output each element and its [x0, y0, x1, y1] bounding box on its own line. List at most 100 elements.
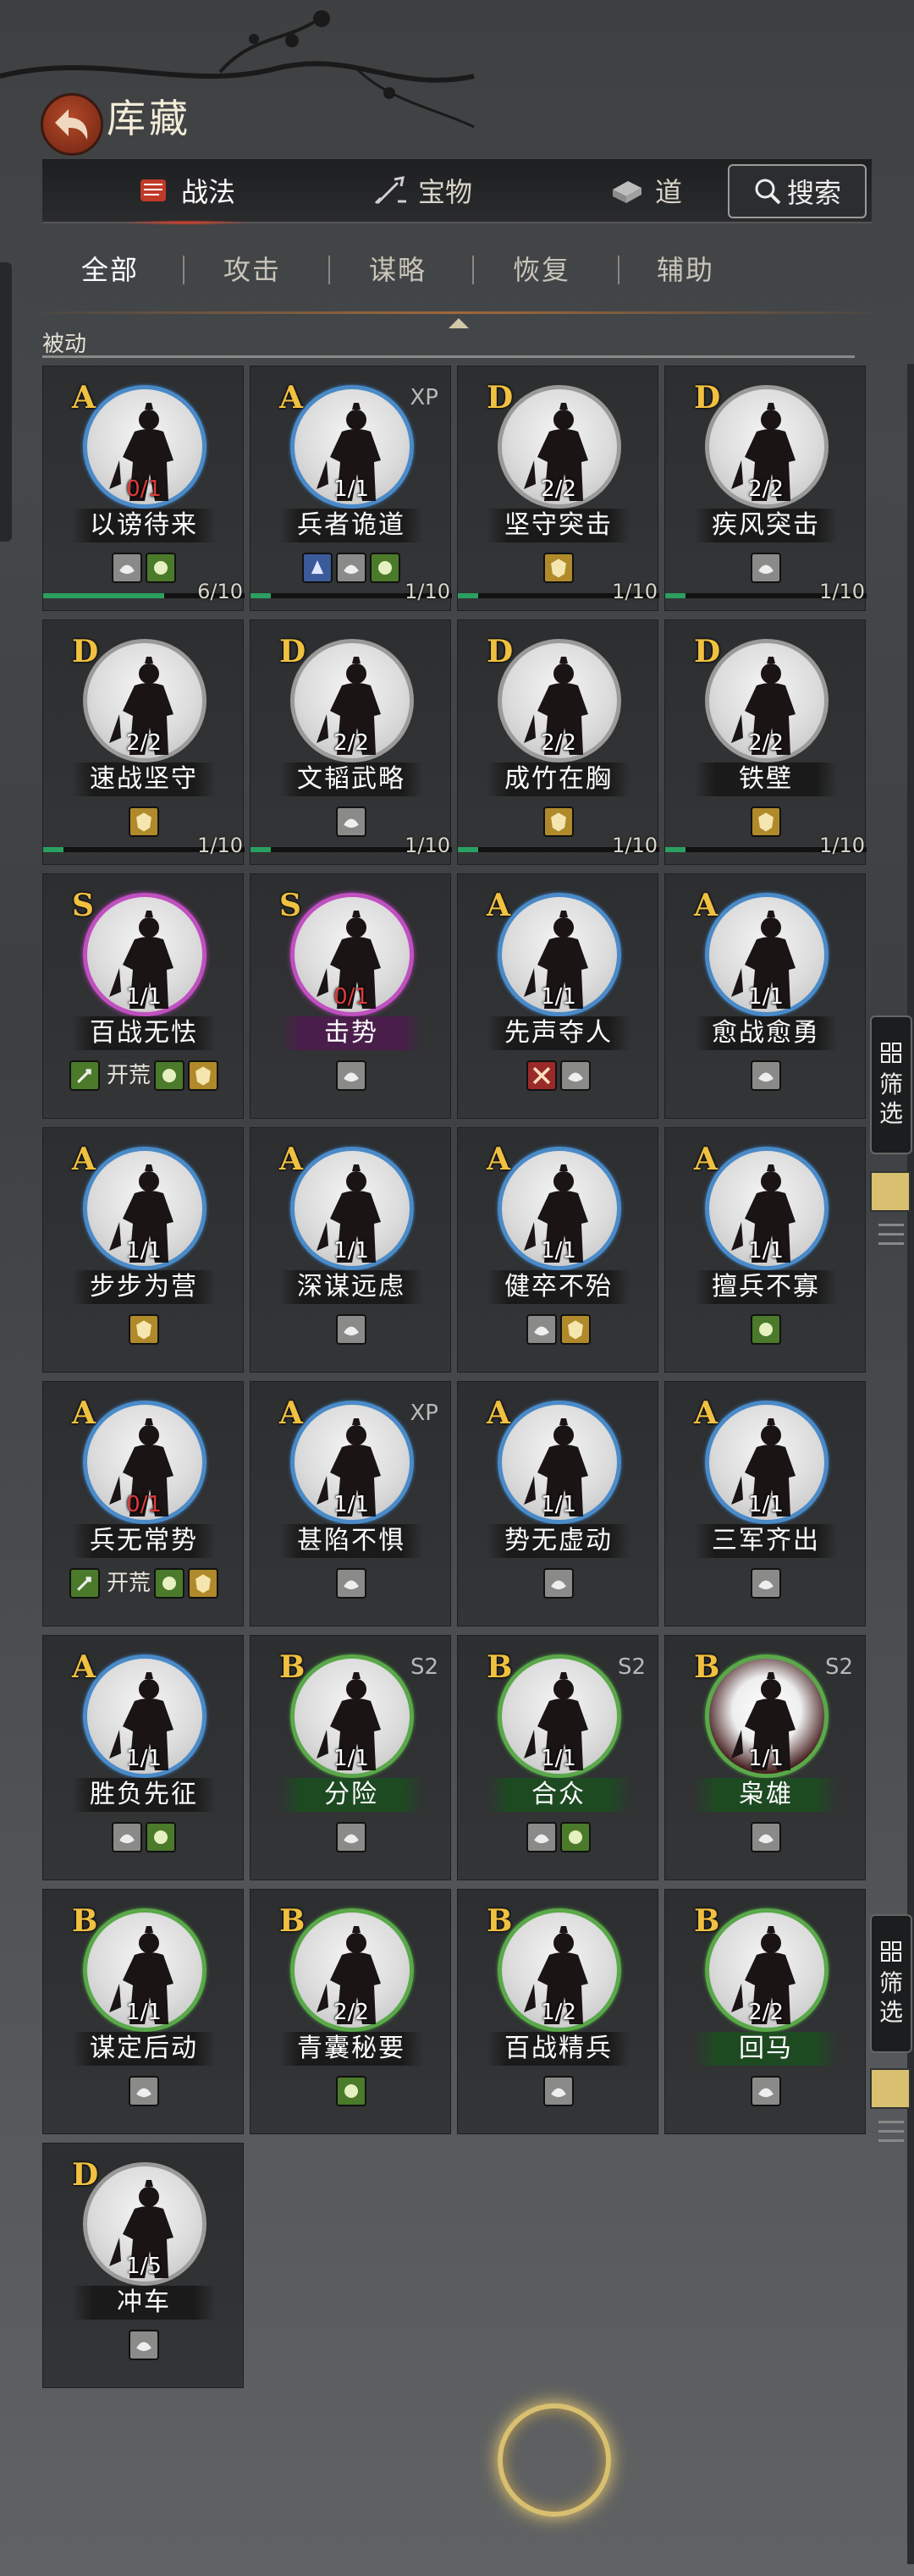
search-label: 搜索 [786, 177, 841, 209]
tactic-name: 势无虚动 [487, 1524, 630, 1558]
grade-badge: D [72, 634, 99, 669]
grade-badge: B [72, 1903, 98, 1939]
floating-ring-button[interactable] [498, 2403, 611, 2517]
back-button[interactable] [41, 93, 103, 156]
upgrade-progress: 1/10 [251, 580, 452, 603]
filter-assist[interactable]: 辅助 [657, 249, 714, 288]
tactic-card[interactable]: A 1/1 胜负先征 [42, 1635, 244, 1880]
tactic-card[interactable]: A 1/1 先声夺人 [457, 873, 658, 1119]
tactic-tags [43, 806, 245, 837]
filter-recover[interactable]: 恢复 [513, 249, 570, 288]
gray-troop-tag-icon [751, 2076, 781, 2106]
list-view-icon[interactable] [878, 2121, 904, 2149]
tactic-card[interactable]: A 1/1 愈战愈勇 [664, 873, 866, 1119]
grid-view-toggle[interactable] [870, 1171, 911, 1212]
filter-attack[interactable]: 攻击 [223, 249, 281, 288]
tactic-tags [251, 1568, 452, 1599]
side-filter-label-top: 筛 [878, 1071, 903, 1098]
tactic-tags [665, 553, 867, 583]
list-view-icon[interactable] [878, 1224, 904, 1252]
grade-badge: B [487, 1903, 513, 1939]
tactic-card[interactable]: B S2 1/1 合众 [457, 1635, 658, 1880]
search-button[interactable]: 搜索 [728, 164, 867, 218]
gray-troop-tag-icon [336, 553, 366, 583]
filter-all[interactable]: 全部 [81, 249, 139, 288]
tactic-name: 枭雄 [694, 1778, 838, 1812]
tactic-level: 1/2 [541, 2000, 576, 2025]
upgrade-progress: 1/10 [665, 834, 867, 857]
tactic-card[interactable]: B 1/2 百战精兵 [457, 1889, 658, 2134]
upgrade-progress: 6/10 [43, 580, 245, 603]
search-icon [755, 179, 781, 205]
tactic-level: 1/1 [333, 476, 369, 502]
pioneer-tag-icon [69, 1568, 100, 1599]
tactic-card[interactable]: A 1/1 深谋远虑 [250, 1127, 451, 1373]
tactic-level: 2/2 [748, 476, 784, 502]
tactic-card[interactable]: D 1/5 冲车 [42, 2143, 244, 2388]
season-tag: S2 [617, 1654, 646, 1680]
tab-baowu[interactable]: 宝物 [372, 159, 472, 222]
gray-troop-tag-icon [543, 1568, 574, 1599]
grade-badge: D [487, 634, 514, 669]
collapse-caret-icon[interactable] [449, 318, 469, 328]
tactic-card[interactable]: S 1/1 百战无怯 开荒 [42, 873, 244, 1119]
tactic-card[interactable]: D 2/2 成竹在胸 1/10 [457, 619, 659, 865]
grade-badge: B [694, 1903, 720, 1939]
tactic-card[interactable]: D 2/2 坚守突击 1/10 [457, 366, 659, 611]
tactic-card[interactable]: D 2/2 铁壁 1/10 [664, 619, 867, 865]
side-filter-button-2[interactable]: 筛 选 [870, 1914, 912, 2053]
tactic-level: 2/2 [541, 730, 576, 756]
tactic-tags [43, 553, 245, 583]
side-filter-label-bottom: 选 [878, 1099, 903, 1127]
left-edge-handle[interactable] [0, 262, 12, 542]
tactic-card[interactable]: B 1/1 谋定后动 [42, 1889, 244, 2134]
tab-dao[interactable]: 道 [609, 159, 682, 222]
green-troop-tag-icon [751, 1314, 781, 1345]
tactic-card[interactable]: B 2/2 回马 [664, 1889, 866, 2134]
tactic-card[interactable]: A 1/1 势无虚动 [457, 1381, 658, 1627]
tactic-card[interactable]: B S2 1/1 分险 [250, 1635, 451, 1880]
grade-badge: A [694, 888, 718, 923]
tactic-card[interactable]: A 1/1 健卒不殆 [457, 1127, 658, 1373]
tactic-card[interactable]: D 2/2 疾风突击 1/10 [664, 366, 867, 611]
tactic-name: 甚陷不惧 [279, 1524, 423, 1558]
gold-troop-tag-icon [129, 1314, 159, 1345]
tactic-card[interactable]: A XP 1/1 兵者诡道 1/10 [250, 366, 452, 611]
tactic-tags [458, 2076, 659, 2106]
tactic-card[interactable]: A 1/1 三军齐出 [664, 1381, 866, 1627]
tactic-tags [665, 1060, 867, 1091]
tactic-card[interactable]: A 1/1 擅兵不寡 [664, 1127, 866, 1373]
green-troop-tag-icon [146, 1822, 176, 1852]
tactic-level: 1/1 [333, 1746, 369, 1771]
tactic-tags [458, 553, 659, 583]
tactic-name: 文韬武略 [279, 762, 423, 796]
tactic-card[interactable]: A 0/1 以谤待来 6/10 [42, 366, 245, 611]
filter-strategy[interactable]: 谋略 [369, 249, 427, 288]
tactic-card[interactable]: B S2 1/1 枭雄 [664, 1635, 866, 1880]
gray-troop-tag-icon [336, 1822, 366, 1852]
tactic-card[interactable]: B 2/2 青囊秘要 [250, 1889, 451, 2134]
right-scroll-track [907, 364, 914, 2564]
tab-zhanfa-label: 战法 [181, 176, 236, 208]
tactic-card[interactable]: A XP 1/1 甚陷不惧 [250, 1381, 451, 1627]
grade-badge: A [487, 888, 510, 923]
side-filter-button[interactable]: 筛 选 [870, 1016, 912, 1154]
side-filter-label-bottom: 选 [878, 1998, 903, 2026]
tactic-card[interactable]: S 0/1 击势 [250, 873, 451, 1119]
grid-view-toggle[interactable] [870, 2068, 911, 2109]
progress-text: 1/10 [819, 834, 865, 857]
tab-zhanfa[interactable]: 战法 [118, 159, 253, 225]
grade-badge: B [279, 1649, 306, 1685]
tactic-tags [665, 1314, 867, 1345]
tactic-card[interactable]: D 2/2 速战坚守 1/10 [42, 619, 245, 865]
grade-badge: D [279, 634, 306, 669]
gray-troop-tag-icon [751, 1060, 781, 1091]
tactic-tags [43, 2330, 245, 2360]
upgrade-progress: 1/10 [665, 580, 867, 603]
tactic-tags [458, 1314, 659, 1345]
tactic-card[interactable]: D 2/2 文韬武略 1/10 [250, 619, 452, 865]
gray-troop-tag-icon [129, 2076, 159, 2106]
tactic-card[interactable]: A 0/1 兵无常势 开荒 [42, 1381, 244, 1627]
tactic-level: 1/1 [126, 1746, 162, 1771]
tactic-card[interactable]: A 1/1 步步为营 [42, 1127, 244, 1373]
